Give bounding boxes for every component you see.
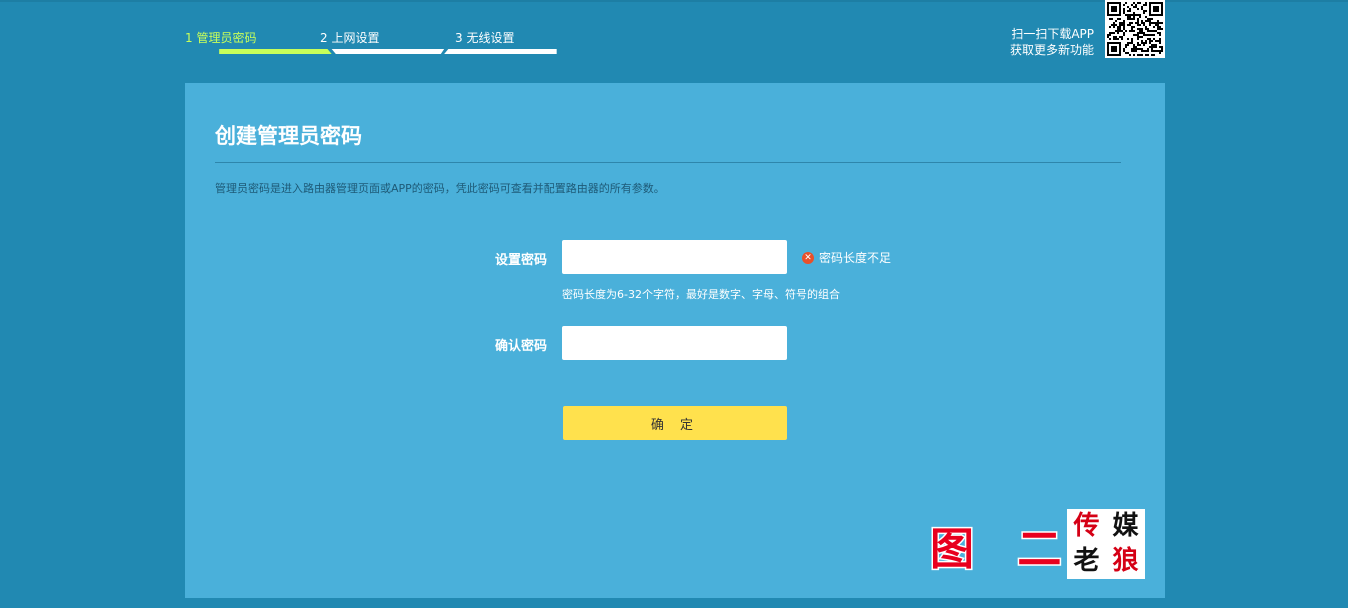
watermark-text: 图 二 (928, 523, 1076, 577)
step-internet-settings[interactable]: 2 上网设置 (320, 29, 379, 46)
confirm-password-input[interactable] (562, 326, 787, 360)
password-error-text: 密码长度不足 (819, 251, 892, 265)
logo-char: 狼 (1112, 546, 1139, 576)
confirm-password-label: 确认密码 (494, 339, 547, 354)
password-error: ✕ 密码长度不足 (802, 249, 891, 266)
page-title: 创建管理员密码 (215, 124, 362, 148)
logo-char: 老 (1073, 546, 1100, 576)
password-hint: 密码长度为6-32个字符，最好是数字、字母、符号的组合 (562, 288, 840, 301)
setup-steps: 1 管理员密码 2 上网设置 3 无线设置 (185, 28, 595, 58)
logo-char: 传 (1073, 511, 1100, 541)
error-icon: ✕ (802, 251, 814, 264)
step-admin-password[interactable]: 1 管理员密码 (185, 29, 256, 46)
main-panel: 创建管理员密码 管理员密码是进入路由器管理页面或APP的密码，凭此密码可查看并配… (185, 83, 1165, 598)
step-progress-bar (219, 49, 557, 54)
step-wireless-settings[interactable]: 3 无线设置 (455, 29, 514, 46)
confirm-button[interactable]: 确 定 (563, 406, 787, 440)
app-download-line2: 获取更多新功能 (1009, 43, 1094, 57)
qr-code-icon (1105, 0, 1165, 58)
set-password-label: 设置密码 (494, 253, 547, 268)
app-download-text: 扫一扫下载APP 获取更多新功能 (1010, 26, 1094, 58)
set-password-input[interactable] (562, 240, 787, 274)
app-download-line1: 扫一扫下载APP (1011, 27, 1094, 41)
page-description: 管理员密码是进入路由器管理页面或APP的密码，凭此密码可查看并配置路由器的所有参… (215, 182, 665, 195)
title-divider (215, 162, 1121, 163)
brand-logo: 传 媒 老 狼 (1067, 509, 1145, 579)
logo-char: 媒 (1112, 511, 1139, 541)
